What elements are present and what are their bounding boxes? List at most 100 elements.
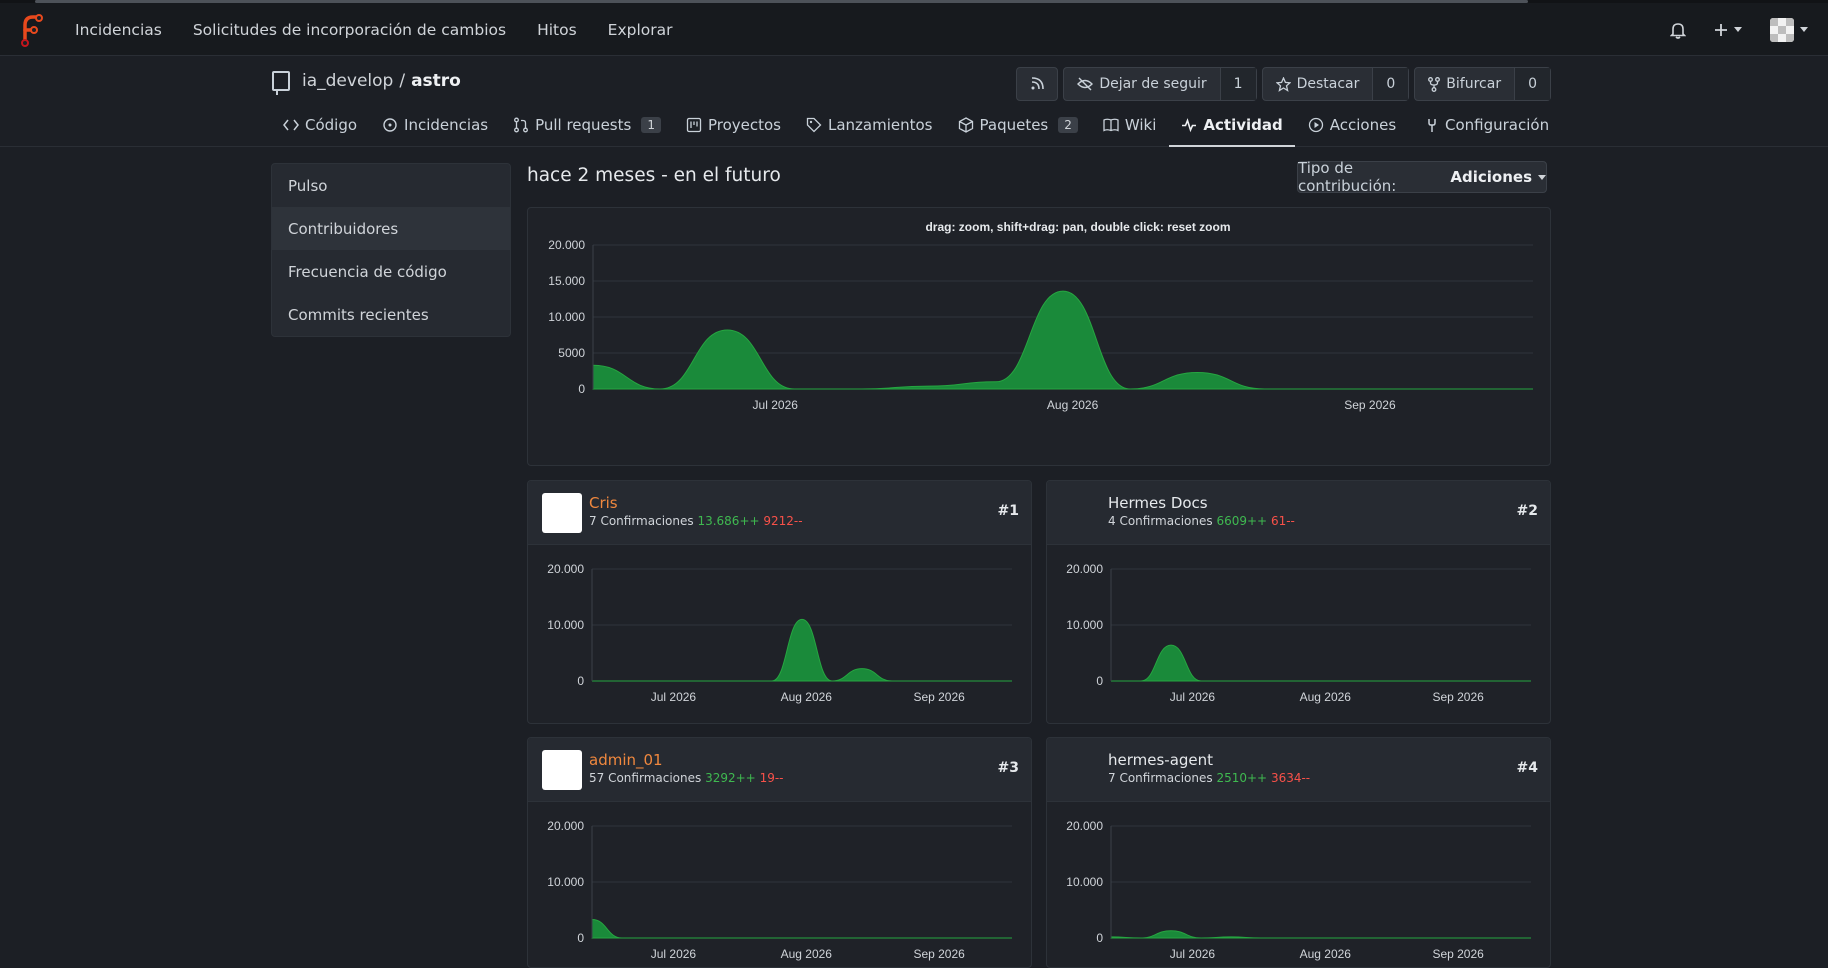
- tab-label: Lanzamientos: [827, 116, 933, 134]
- star-icon: [1275, 76, 1291, 92]
- x-tick-label: Jul 2026: [753, 398, 799, 412]
- sidebar-item-contributors[interactable]: Contribuidores: [272, 207, 510, 250]
- main-contributions-chart[interactable]: drag: zoom, shift+drag: pan, double clic…: [528, 208, 1552, 467]
- tab-settings[interactable]: Configuración: [1425, 109, 1549, 141]
- rss-button[interactable]: [1016, 67, 1059, 101]
- contributor-header: [528, 738, 1031, 802]
- app-logo-icon[interactable]: [18, 13, 44, 47]
- avatar[interactable]: [1061, 750, 1101, 790]
- tools-icon: [1428, 118, 1436, 132]
- chart-title: drag: zoom, shift+drag: pan, double clic…: [925, 220, 1230, 234]
- page-title: hace 2 meses - en el futuro: [527, 165, 781, 186]
- y-tick-label: 10.000: [1066, 618, 1103, 632]
- x-tick-label: Jul 2026: [1170, 947, 1216, 961]
- x-tick-label: Aug 2026: [781, 947, 833, 961]
- contributor-chart[interactable]: 0 10.000 20.000 Jul 2026 Aug 2026 Sep 2026: [528, 545, 1032, 724]
- contributor-rank: #4: [1516, 760, 1538, 776]
- bell-icon[interactable]: [1670, 21, 1686, 39]
- tab-tag[interactable]: Lanzamientos: [804, 109, 945, 141]
- contributor-stats: 57 Confirmaciones 3292++ 19--: [589, 771, 784, 785]
- deletions-count: 61--: [1270, 514, 1295, 528]
- create-menu-button[interactable]: [1714, 23, 1742, 37]
- contributor-header: [528, 481, 1031, 545]
- activity-sidebar: Pulso Contribuidores Frecuencia de códig…: [271, 163, 511, 337]
- watch-count[interactable]: 1: [1219, 68, 1256, 100]
- contributor-stats: 7 Confirmaciones 2510++ 3634--: [1108, 771, 1310, 785]
- avatar[interactable]: [1061, 493, 1101, 533]
- avatar[interactable]: [542, 750, 582, 790]
- repo-header: ia_develop / astro Dejar de seguir 1 Des…: [0, 57, 1828, 147]
- y-tick-label: 0: [578, 382, 585, 396]
- contributor-name[interactable]: Cris: [589, 494, 618, 512]
- repo-name-link[interactable]: astro: [411, 71, 461, 91]
- area-series: [592, 290, 1533, 390]
- nav-issues-link[interactable]: Incidencias: [75, 21, 162, 39]
- tab-issue[interactable]: Incidencias: [380, 109, 500, 141]
- repo-icon: [272, 71, 290, 95]
- nav-explore-link[interactable]: Explorar: [608, 21, 673, 39]
- nav-pull-requests-link[interactable]: Solicitudes de incorporación de cambios: [193, 21, 506, 39]
- tab-package[interactable]: Paquetes 2: [956, 109, 1090, 141]
- contributor-card: Cris 7 Confirmaciones 13.686++ 9212-- #1 0 1…: [527, 480, 1032, 724]
- sidebar-item-pulse[interactable]: Pulso: [272, 164, 510, 207]
- y-tick-label: 20.000: [548, 238, 585, 252]
- tab-play[interactable]: Acciones: [1306, 109, 1408, 141]
- star-button[interactable]: Destacar 0: [1261, 67, 1410, 101]
- star-label: Destacar: [1296, 76, 1360, 92]
- fork-label: Bifurcar: [1446, 76, 1502, 92]
- tab-label: Proyectos: [707, 116, 781, 134]
- fork-button[interactable]: Bifurcar 0: [1414, 67, 1551, 101]
- commit-count: 7 Confirmaciones: [1108, 771, 1213, 785]
- contributor-chart[interactable]: 0 10.000 20.000 Jul 2026 Aug 2026 Sep 2026: [1047, 802, 1551, 968]
- pull-request-icon: [514, 117, 529, 133]
- x-tick-label: Sep 2026: [913, 690, 965, 704]
- x-tick-label: Sep 2026: [1344, 398, 1396, 412]
- x-tick-label: Sep 2026: [1432, 690, 1484, 704]
- x-tick-label: Aug 2026: [781, 690, 833, 704]
- tab-label: Acciones: [1329, 116, 1397, 134]
- contributor-rank: #2: [1516, 503, 1538, 519]
- tab-settings-label: Configuración: [1445, 116, 1550, 134]
- eye-closed-icon: [1077, 77, 1094, 91]
- y-tick-label: 10.000: [547, 618, 584, 632]
- contribution-type-label: Tipo de contribución:: [1298, 159, 1397, 195]
- x-tick-label: Aug 2026: [1300, 690, 1352, 704]
- y-tick-label: 10.000: [1066, 875, 1103, 889]
- rss-icon: [1031, 77, 1045, 90]
- fork-count[interactable]: 0: [1514, 68, 1550, 100]
- tab-pull-request[interactable]: Pull requests 1: [511, 109, 673, 141]
- star-count[interactable]: 0: [1372, 68, 1409, 100]
- contributor-rank: #3: [997, 760, 1019, 776]
- contribution-type-dropdown[interactable]: Tipo de contribución: Adiciones: [1297, 159, 1547, 195]
- additions-count: 13.686++: [697, 514, 760, 528]
- commit-count: 57 Confirmaciones: [589, 771, 702, 785]
- sidebar-item-code-frequency[interactable]: Frecuencia de código: [272, 250, 510, 293]
- code-icon: [283, 119, 299, 131]
- tab-code[interactable]: Código: [281, 109, 369, 141]
- contributor-name[interactable]: admin_01: [589, 751, 663, 769]
- tab-label: Pull requests: [535, 116, 632, 134]
- nav-milestones-link[interactable]: Hitos: [537, 21, 577, 39]
- tab-label: Actividad: [1203, 116, 1283, 134]
- unwatch-label: Dejar de seguir: [1099, 76, 1207, 92]
- contributor-name: hermes-agent: [1108, 751, 1214, 769]
- avatar[interactable]: [542, 493, 582, 533]
- unwatch-button[interactable]: Dejar de seguir 1: [1063, 67, 1257, 101]
- sidebar-item-recent-commits[interactable]: Commits recientes: [272, 293, 510, 336]
- tab-project[interactable]: Proyectos: [684, 109, 793, 141]
- y-tick-label: 0: [1096, 931, 1103, 945]
- contributor-chart[interactable]: 0 10.000 20.000 Jul 2026 Aug 2026 Sep 2026: [528, 802, 1032, 968]
- tab-pulse[interactable]: Actividad: [1169, 109, 1296, 147]
- pulse-icon: [1182, 118, 1197, 133]
- contributor-stats: 7 Confirmaciones 13.686++ 9212--: [589, 514, 803, 528]
- project-icon: [686, 117, 702, 133]
- tag-icon: [806, 117, 822, 133]
- y-tick-label: 0: [577, 931, 584, 945]
- user-menu-button[interactable]: [1770, 17, 1808, 42]
- tab-count-badge: 1: [641, 117, 661, 133]
- repo-owner-link[interactable]: ia_develop: [302, 71, 393, 91]
- contributor-chart[interactable]: 0 10.000 20.000 Jul 2026 Aug 2026 Sep 2026: [1047, 545, 1551, 724]
- tab-book[interactable]: Wiki: [1101, 109, 1169, 141]
- tab-label: Incidencias: [404, 116, 489, 134]
- y-tick-label: 20.000: [547, 562, 584, 576]
